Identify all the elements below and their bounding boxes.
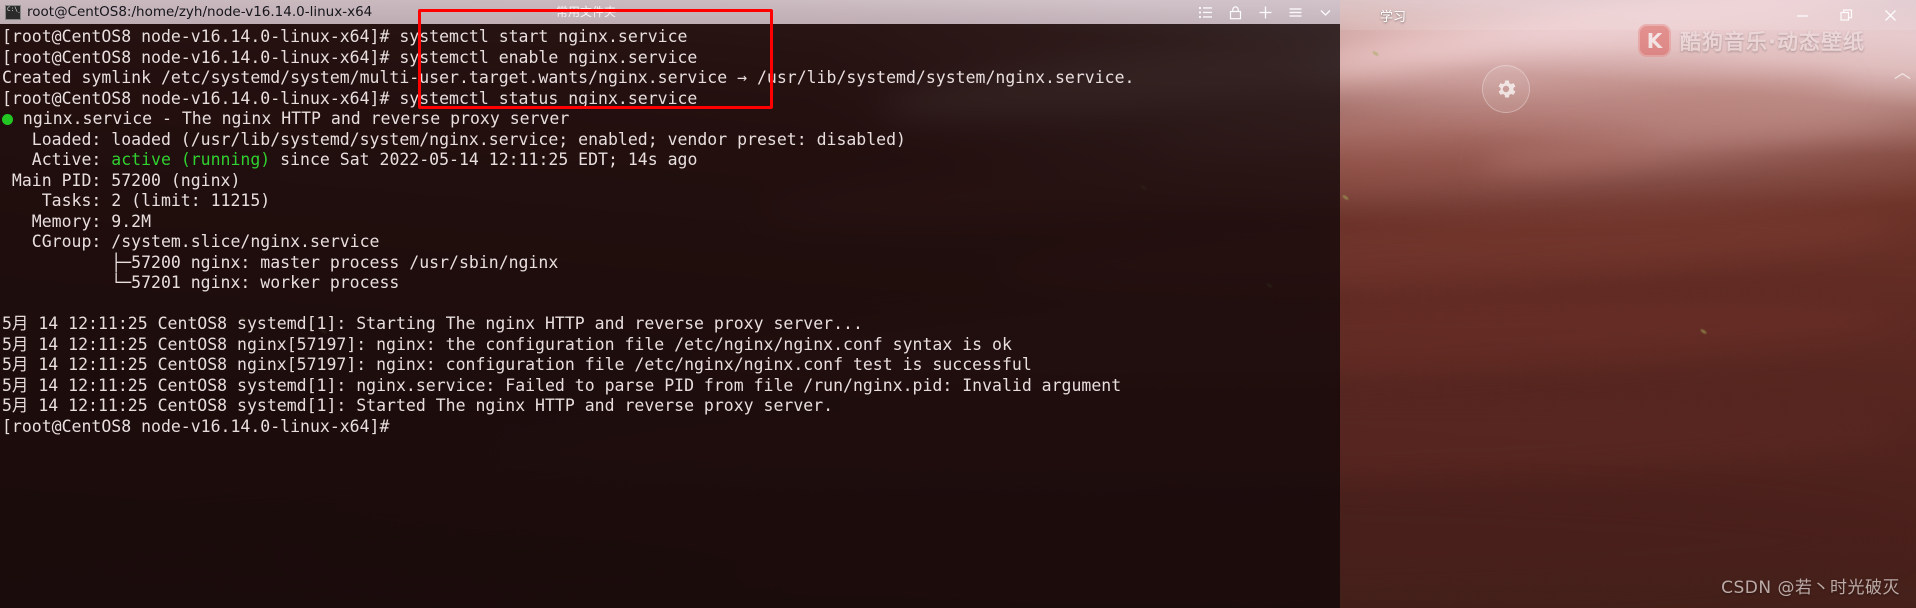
menu-icon[interactable]	[1280, 0, 1310, 24]
terminal-line: Active: active (running) since Sat 2022-…	[2, 150, 1340, 171]
terminal-titlebar[interactable]: C:\_ root@CentOS8:/home/zyh/node-v16.14.…	[0, 0, 1340, 24]
terminal-line: Loaded: loaded (/usr/lib/systemd/system/…	[2, 129, 906, 149]
terminal-line: CGroup: /system.slice/nginx.service	[2, 232, 380, 251]
terminal-line: └─57201 nginx: worker process	[2, 273, 400, 292]
terminal-line: Created symlink /etc/systemd/system/mult…	[2, 68, 1135, 87]
terminal-output[interactable]: [root@CentOS8 node-v16.14.0-linux-x64]# …	[0, 24, 1340, 608]
active-since: since Sat 2022-05-14 12:11:25 EDT; 14s a…	[270, 150, 698, 169]
terminal-line: Main PID: 57200 (nginx)	[2, 170, 241, 190]
terminal-line: Tasks: 2 (limit: 11215)	[2, 191, 271, 210]
terminal-window: C:\_ root@CentOS8:/home/zyh/node-v16.14.…	[0, 0, 1340, 608]
terminal-app-icon: C:\_	[5, 4, 21, 20]
terminal-title: root@CentOS8:/home/zyh/node-v16.14.0-lin…	[27, 4, 373, 20]
terminal-line: [root@CentOS8 node-v16.14.0-linux-x64]# …	[2, 27, 1340, 48]
terminal-line: 5月 14 12:11:25 CentOS8 systemd[1]: Start…	[2, 314, 863, 333]
terminal-command: systemctl enable nginx.service	[389, 47, 698, 67]
terminal-line: [root@CentOS8 node-v16.14.0-linux-x64]#	[2, 417, 1340, 438]
list-icon[interactable]	[1190, 0, 1220, 24]
terminal-line: nginx.service - The nginx HTTP and rever…	[2, 109, 1340, 130]
terminal-toolbar	[1190, 0, 1340, 24]
chevron-up-icon[interactable]: ︿	[1894, 58, 1911, 83]
common-folders-label[interactable]: 常用文件夹	[556, 3, 616, 20]
desktop-tab-study[interactable]: 学习	[1380, 6, 1406, 25]
terminal-line: ├─57200 nginx: master process /usr/sbin/…	[2, 252, 559, 272]
terminal-line: Memory: 9.2M	[2, 211, 152, 231]
status-ok-dot-icon	[2, 114, 13, 125]
active-label: Active:	[2, 150, 112, 169]
service-headline: nginx.service - The nginx HTTP and rever…	[13, 109, 570, 128]
terminal-prompt: [root@CentOS8 node-v16.14.0-linux-x64]#	[2, 416, 390, 436]
terminal-command: systemctl start nginx.service	[389, 27, 688, 46]
csdn-watermark: CSDN @若丶时光破灭	[1721, 578, 1900, 598]
terminal-line: 5月 14 12:11:25 CentOS8 nginx[57197]: ngi…	[2, 355, 1032, 374]
plus-icon[interactable]	[1250, 0, 1280, 24]
terminal-line: 5月 14 12:11:25 CentOS8 nginx[57197]: ngi…	[2, 334, 1012, 354]
kugou-logo-icon: K	[1638, 24, 1671, 57]
close-icon[interactable]	[1868, 0, 1912, 30]
gear-icon[interactable]	[1482, 65, 1530, 113]
terminal-line: [root@CentOS8 node-v16.14.0-linux-x64]# …	[2, 48, 1340, 69]
kugou-watermark: K 酷狗音乐·动态壁纸	[1638, 24, 1865, 57]
active-running-status: active (running)	[111, 150, 271, 169]
terminal-line: 5月 14 12:11:25 CentOS8 systemd[1]: Start…	[2, 396, 834, 415]
terminal-prompt: [root@CentOS8 node-v16.14.0-linux-x64]#	[2, 88, 390, 108]
lock-icon[interactable]	[1220, 0, 1250, 24]
terminal-prompt: [root@CentOS8 node-v16.14.0-linux-x64]#	[2, 47, 390, 67]
kugou-label: 酷狗音乐·动态壁纸	[1680, 29, 1865, 54]
terminal-line: [root@CentOS8 node-v16.14.0-linux-x64]# …	[2, 89, 1340, 110]
chevron-down-icon[interactable]	[1310, 0, 1340, 24]
terminal-line: 5月 14 12:11:25 CentOS8 systemd[1]: nginx…	[2, 375, 1122, 395]
terminal-prompt: [root@CentOS8 node-v16.14.0-linux-x64]#	[2, 27, 390, 46]
terminal-command: systemctl status nginx.service	[389, 88, 698, 108]
